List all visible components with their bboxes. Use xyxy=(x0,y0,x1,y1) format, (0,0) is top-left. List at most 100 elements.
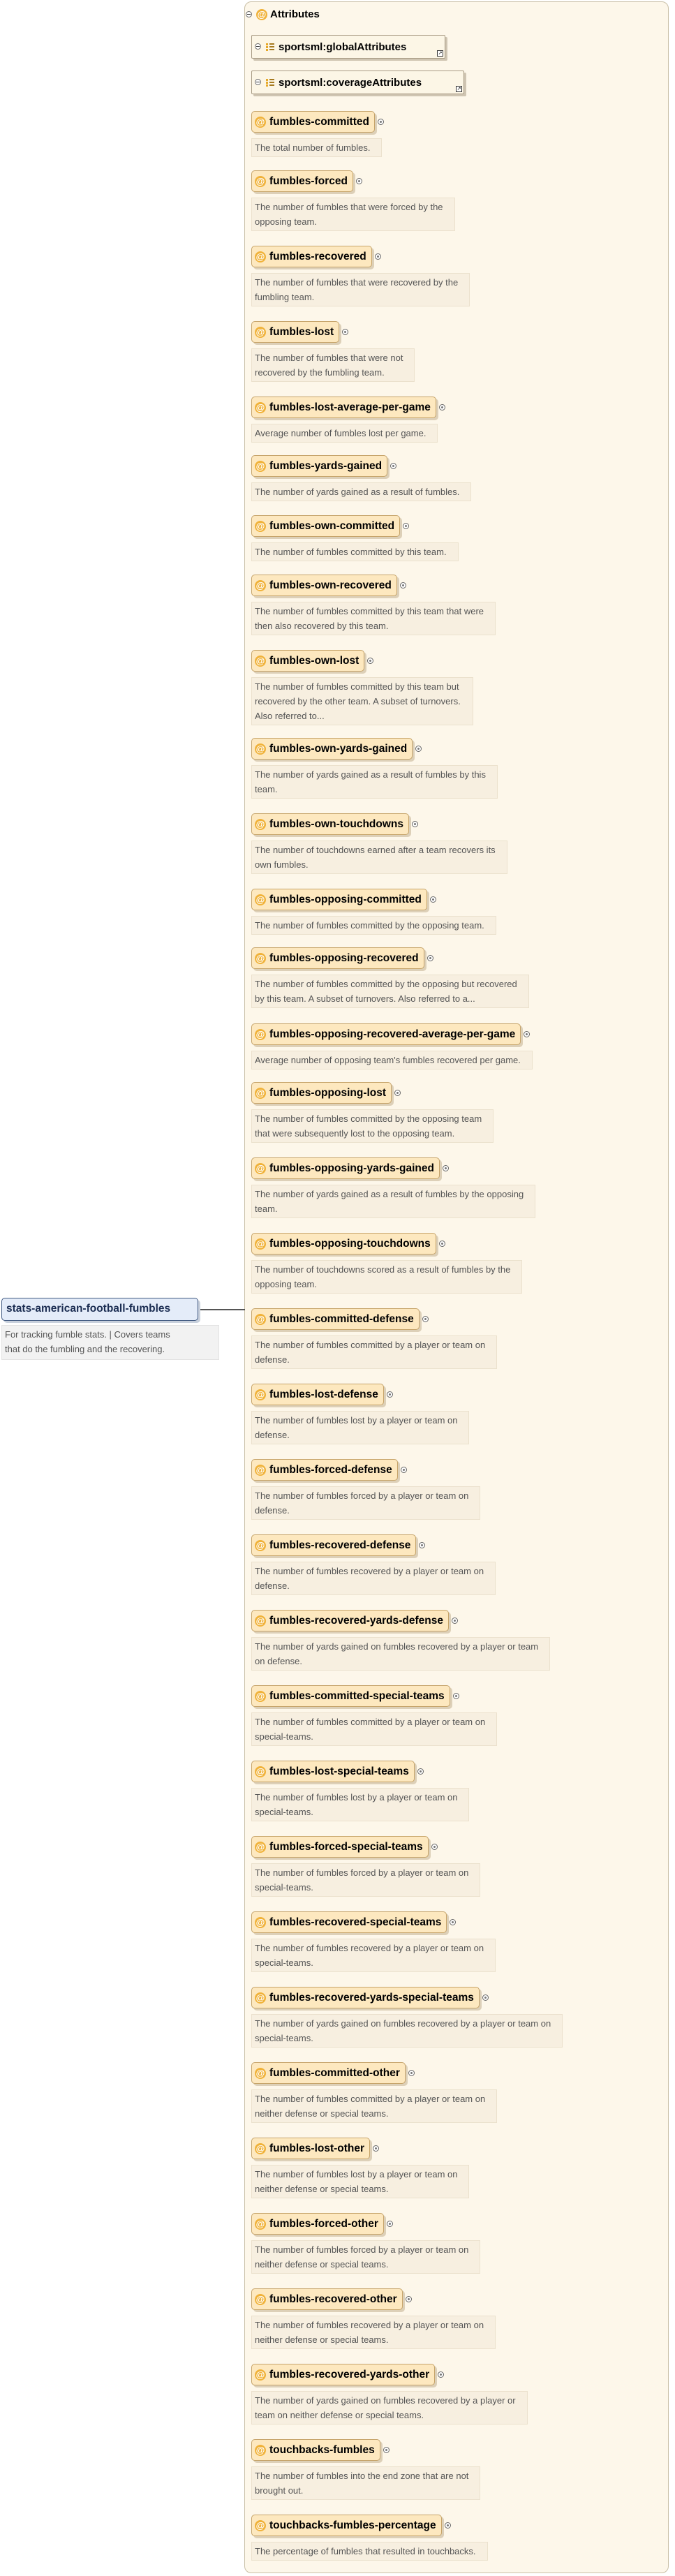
attribute-name: fumbles-recovered xyxy=(269,251,366,262)
group-expand-toggle[interactable] xyxy=(255,43,261,50)
attribute-fumbles-forced-other[interactable]: @ fumbles-forced-other xyxy=(251,2213,384,2235)
attribute-fumbles-forced-special-teams[interactable]: @ fumbles-forced-special-teams xyxy=(251,1836,429,1858)
attribute-touchbacks-fumbles[interactable]: @ touchbacks-fumbles xyxy=(251,2439,380,2461)
attribute-fumbles-forced-defense[interactable]: @ fumbles-forced-defense xyxy=(251,1459,398,1481)
attribute-description: The number of fumbles that were forced b… xyxy=(251,198,455,231)
attribute-name: fumbles-own-lost xyxy=(269,655,359,667)
attribute-fumbles-committed-special-teams[interactable]: @ fumbles-committed-special-teams xyxy=(251,1685,450,1707)
attribute-touchbacks-fumbles-percentage[interactable]: @ touchbacks-fumbles-percentage xyxy=(251,2515,442,2536)
attribute-optional-icon xyxy=(452,1618,458,1624)
attribute-description-line: The number of yards gained as a result o… xyxy=(255,1189,524,1199)
attribute-at-icon: @ xyxy=(255,521,266,532)
attribute-at-icon: @ xyxy=(255,2294,266,2305)
attributes-header-label: Attributes xyxy=(270,8,320,21)
attribute-description: The number of fumbles that were not recov… xyxy=(251,348,415,382)
attribute-description-line: The number of yards gained as a result o… xyxy=(255,769,486,780)
attribute-fumbles-lost-defense[interactable]: @ fumbles-lost-defense xyxy=(251,1384,384,1405)
link-arrow-icon[interactable]: ↗ xyxy=(456,86,462,92)
attribute-description-line: The number of fumbles lost by a player o… xyxy=(255,1415,458,1426)
attribute-description: The number of yards gained on fumbles re… xyxy=(251,2391,528,2425)
attribute-fumbles-recovered-yards-special-teams[interactable]: @ fumbles-recovered-yards-special-teams xyxy=(251,1987,480,2008)
attribute-fumbles-own-lost[interactable]: @ fumbles-own-lost xyxy=(251,650,364,672)
attribute-group-name: sportsml:globalAttributes xyxy=(279,41,407,53)
attribute-fumbles-recovered-other[interactable]: @ fumbles-recovered-other xyxy=(251,2288,403,2310)
attribute-description: The number of touchdowns scored as a res… xyxy=(251,1260,522,1294)
attribute-description-line: The number of fumbles forced by a player… xyxy=(255,2244,469,2255)
attribute-fumbles-recovered-defense[interactable]: @ fumbles-recovered-defense xyxy=(251,1534,416,1556)
attribute-fumbles-recovered-special-teams[interactable]: @ fumbles-recovered-special-teams xyxy=(251,1911,447,1933)
attribute-group-ref[interactable]: sportsml:coverageAttributes ↗ xyxy=(251,71,464,94)
attribute-description: The number of yards gained as a result o… xyxy=(251,482,471,501)
attribute-description-line: The number of yards gained on fumbles re… xyxy=(255,2395,516,2406)
attribute-fumbles-opposing-committed[interactable]: @ fumbles-opposing-committed xyxy=(251,889,427,910)
attribute-fumbles-opposing-recovered[interactable]: @ fumbles-opposing-recovered xyxy=(251,947,424,969)
attribute-at-icon: @ xyxy=(255,1029,266,1040)
root-element[interactable]: stats-american-football-fumbles xyxy=(1,1298,198,1321)
attribute-fumbles-opposing-recovered-average-per-game[interactable]: @ fumbles-opposing-recovered-average-per-… xyxy=(251,1023,521,1045)
attribute-name: fumbles-committed-other xyxy=(269,2067,400,2079)
attribute-fumbles-lost-other[interactable]: @ fumbles-lost-other xyxy=(251,2138,370,2159)
root-description-line: that do the fumbling and the recovering. xyxy=(5,1344,165,1354)
attribute-fumbles-own-touchdowns[interactable]: @ fumbles-own-touchdowns xyxy=(251,813,409,835)
attribute-fumbles-own-committed[interactable]: @ fumbles-own-committed xyxy=(251,515,400,537)
attribute-name: fumbles-recovered-special-teams xyxy=(269,1916,442,1928)
attribute-optional-icon xyxy=(417,1768,424,1775)
attribute-name: fumbles-own-touchdowns xyxy=(269,818,404,830)
attribute-fumbles-lost-special-teams[interactable]: @ fumbles-lost-special-teams xyxy=(251,1761,415,1782)
attribute-description: The number of fumbles recovered by a pla… xyxy=(251,2316,496,2349)
attribute-at-icon: @ xyxy=(255,1314,266,1325)
attribute-optional-icon xyxy=(445,2522,451,2529)
attributes-collapse-toggle[interactable] xyxy=(246,11,252,17)
attribute-description: Average number of fumbles lost per game. xyxy=(251,424,438,443)
attribute-at-icon: @ xyxy=(255,1992,266,2004)
attribute-fumbles-recovered[interactable]: @ fumbles-recovered xyxy=(251,246,372,267)
attribute-optional-icon xyxy=(422,1316,429,1322)
attribute-at-icon: @ xyxy=(255,743,266,755)
attribute-optional-icon xyxy=(378,119,384,125)
link-arrow-icon[interactable]: ↗ xyxy=(437,50,443,57)
attribute-description: The number of fumbles committed by the o… xyxy=(251,1109,494,1143)
attribute-description: The number of yards gained as a result o… xyxy=(251,765,498,799)
attribute-at-icon: @ xyxy=(255,1842,266,1853)
attribute-at-icon: @ xyxy=(255,1615,266,1627)
attribute-fumbles-own-yards-gained[interactable]: @ fumbles-own-yards-gained xyxy=(251,738,413,760)
attribute-fumbles-lost[interactable]: @ fumbles-lost xyxy=(251,321,339,343)
attribute-optional-icon xyxy=(400,582,406,589)
attribute-fumbles-opposing-touchdowns[interactable]: @ fumbles-opposing-touchdowns xyxy=(251,1233,436,1254)
attribute-fumbles-yards-gained[interactable]: @ fumbles-yards-gained xyxy=(251,455,387,477)
attribute-optional-icon xyxy=(387,1391,393,1398)
attribute-at-icon: @ xyxy=(255,656,266,667)
attribute-at-icon: @ xyxy=(255,1766,266,1777)
attribute-fumbles-recovered-yards-other[interactable]: @ fumbles-recovered-yards-other xyxy=(251,2364,435,2385)
attribute-description: The number of fumbles committed by the o… xyxy=(251,975,529,1008)
attribute-description-line: The number of fumbles committed by a pla… xyxy=(255,2094,486,2104)
attribute-description-line: The number of fumbles recovered by a pla… xyxy=(255,2320,484,2330)
attribute-description-line: The number of fumbles recovered by a pla… xyxy=(255,1566,484,1576)
attribute-group-ref[interactable]: sportsml:globalAttributes ↗ xyxy=(251,35,445,59)
attribute-optional-icon xyxy=(367,658,373,664)
attribute-fumbles-committed-defense[interactable]: @ fumbles-committed-defense xyxy=(251,1308,420,1330)
attribute-optional-icon xyxy=(438,2371,444,2378)
attribute-fumbles-own-recovered[interactable]: @ fumbles-own-recovered xyxy=(251,575,397,596)
group-expand-toggle[interactable] xyxy=(255,79,261,85)
attribute-description-line: Average number of fumbles lost per game. xyxy=(255,428,426,438)
attribute-fumbles-opposing-lost[interactable]: @ fumbles-opposing-lost xyxy=(251,1082,392,1104)
attribute-description-line: The number of fumbles committed by this … xyxy=(255,606,484,616)
attribute-fumbles-committed-other[interactable]: @ fumbles-committed-other xyxy=(251,2062,406,2084)
attribute-optional-icon xyxy=(419,1542,425,1548)
attribute-fumbles-opposing-yards-gained[interactable]: @ fumbles-opposing-yards-gained xyxy=(251,1157,440,1179)
attribute-optional-icon xyxy=(450,1919,456,1925)
attribute-description-line: opposing team. xyxy=(255,1279,317,1289)
attribute-description-line: The number of yards gained on fumbles re… xyxy=(255,1641,539,1652)
attribute-optional-icon xyxy=(524,1031,530,1037)
attribute-fumbles-lost-average-per-game[interactable]: @ fumbles-lost-average-per-game xyxy=(251,397,436,418)
attribute-fumbles-committed[interactable]: @ fumbles-committed xyxy=(251,111,375,133)
attribute-optional-icon xyxy=(383,2447,390,2453)
attribute-name: fumbles-forced-special-teams xyxy=(269,1841,423,1853)
attribute-fumbles-recovered-yards-defense[interactable]: @ fumbles-recovered-yards-defense xyxy=(251,1610,449,1631)
attribute-description-line: The number of fumbles into the end zone … xyxy=(255,2471,469,2481)
attribute-description-line: own fumbles. xyxy=(255,859,309,870)
attribute-name: fumbles-recovered-yards-defense xyxy=(269,1615,443,1627)
attribute-description-line: The number of touchdowns earned after a … xyxy=(255,845,496,855)
attribute-fumbles-forced[interactable]: @ fumbles-forced xyxy=(251,170,353,192)
